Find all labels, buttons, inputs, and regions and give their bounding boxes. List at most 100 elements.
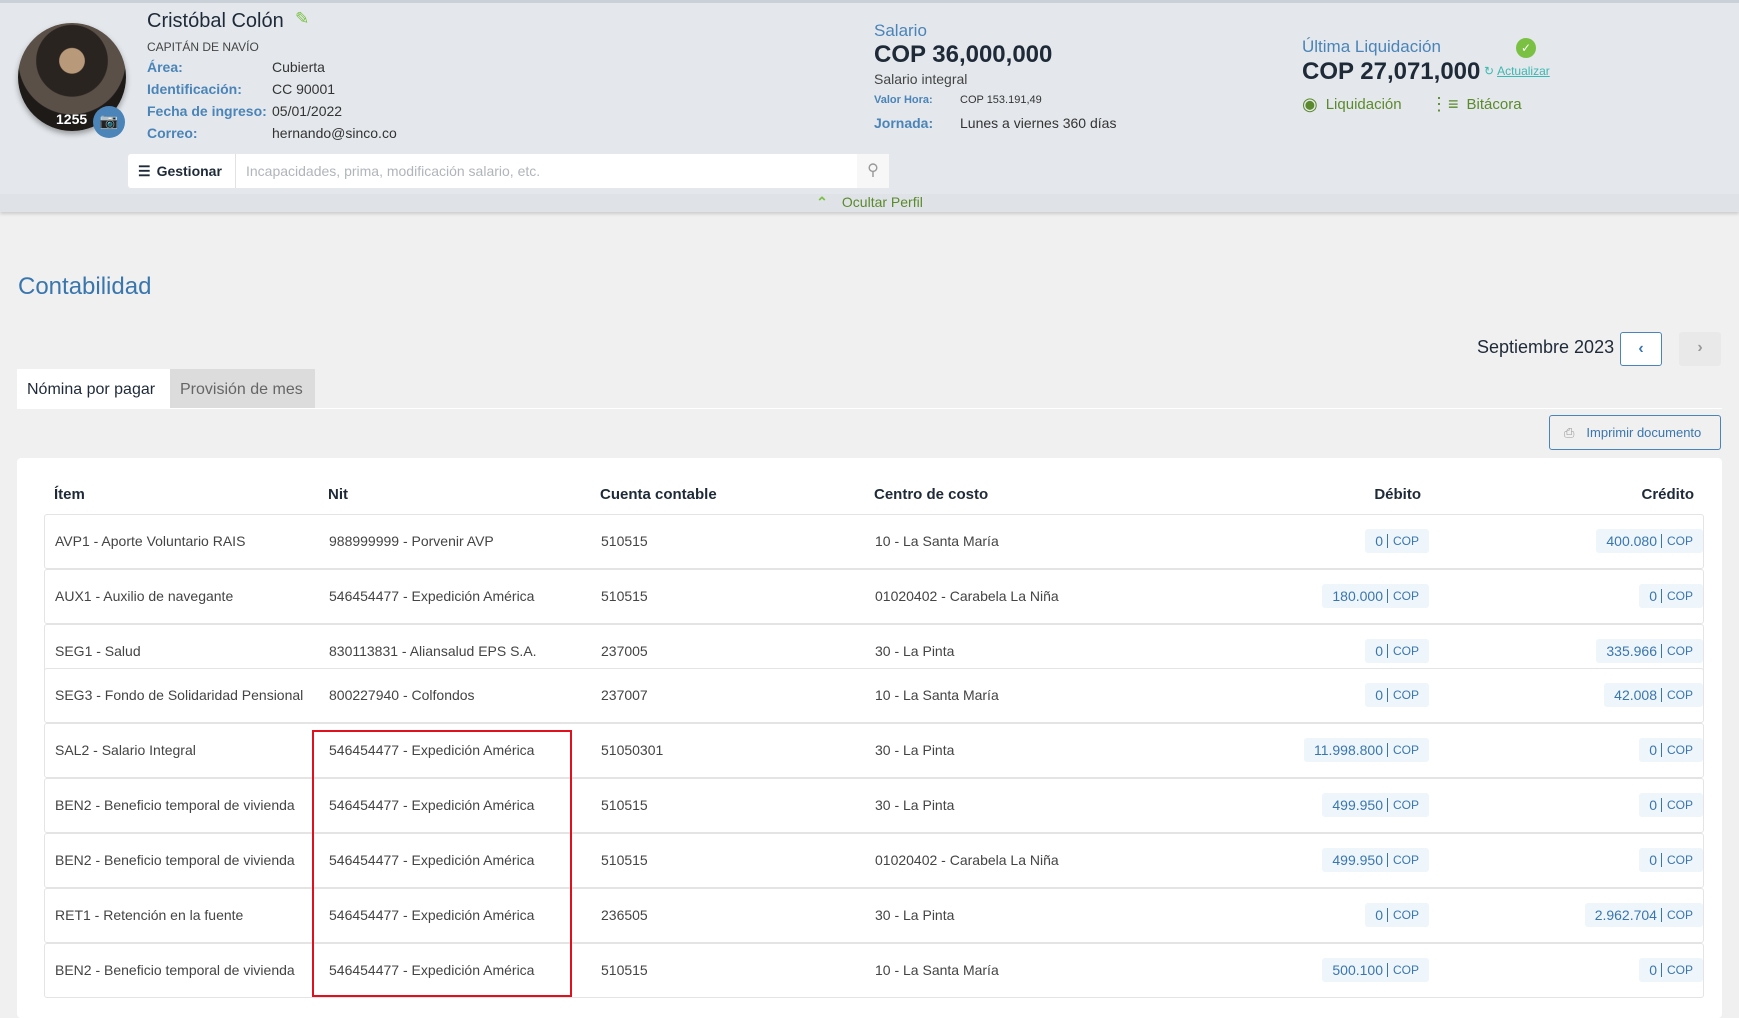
cell-cost-center: 01020402 - Carabela La Niña — [875, 852, 1059, 868]
settlement-link[interactable]: ◉ Liquidación — [1302, 94, 1402, 115]
cell-credit: 335.966 COP — [1596, 639, 1703, 663]
print-label: Imprimir documento — [1586, 425, 1702, 440]
currency: COP — [1660, 908, 1693, 922]
table-row[interactable]: RET1 - Retención en la fuente 546454477 -… — [44, 888, 1704, 943]
cell-cost-center: 10 - La Santa María — [875, 687, 999, 703]
cell-account: 510515 — [601, 533, 648, 549]
currency: COP — [1660, 963, 1693, 977]
debit-value: 500.100 — [1332, 962, 1383, 978]
field-label: Fecha de ingreso: — [147, 103, 267, 119]
field-value: CC 90001 — [272, 81, 336, 97]
tab-divider — [17, 408, 1722, 409]
credit-value: 335.966 — [1606, 643, 1657, 659]
manage-button[interactable]: ☰ Gestionar — [128, 154, 236, 188]
previous-period-button[interactable]: ‹ — [1620, 332, 1662, 366]
field-value: hernando@sinco.co — [272, 125, 397, 141]
next-period-button[interactable]: › — [1679, 332, 1721, 366]
debit-value: 0 — [1375, 687, 1383, 703]
table-row[interactable]: AUX1 - Auxilio de navegante 546454477 - E… — [44, 569, 1704, 624]
credit-value: 0 — [1649, 797, 1657, 813]
settlement-label: Última Liquidación — [1302, 37, 1441, 56]
cell-nit: 988999999 - Porvenir AVP — [329, 533, 494, 549]
period-label: Septiembre 2023 — [1477, 337, 1615, 357]
cell-nit: 546454477 - Expedición América — [329, 588, 535, 604]
cell-debit: 11.998.800 COP — [1303, 738, 1429, 762]
field-value: COP 153.191,49 — [960, 94, 1042, 106]
log-link[interactable]: ⋮≡ Bitácora — [1430, 94, 1522, 115]
camera-icon[interactable]: 📷 — [93, 106, 125, 138]
cell-account: 510515 — [601, 588, 648, 604]
currency: COP — [1660, 853, 1693, 867]
cell-account: 510515 — [601, 962, 648, 978]
print-document-button[interactable]: ⎙ Imprimir documento — [1549, 415, 1721, 450]
refresh-label: Actualizar — [1497, 64, 1550, 78]
cell-item: BEN2 - Beneficio temporal de vivienda — [55, 962, 295, 978]
manage-label: Gestionar — [156, 163, 222, 179]
tab-nomina-por-pagar[interactable]: Nómina por pagar — [17, 369, 170, 408]
hide-profile-toggle[interactable]: ⌃ Ocultar Perfil — [0, 194, 1739, 212]
cell-cost-center: 30 - La Pinta — [875, 742, 955, 758]
search-input[interactable] — [236, 163, 857, 179]
employee-role: CAPITÁN DE NAVÍO — [147, 40, 259, 54]
currency: COP — [1660, 534, 1693, 548]
manage-search-bar: ☰ Gestionar ⚲ — [128, 154, 889, 188]
currency: COP — [1386, 534, 1419, 548]
cell-cost-center: 10 - La Santa María — [875, 533, 999, 549]
cell-item: SEG1 - Salud — [55, 643, 141, 659]
table-row[interactable]: BEN2 - Beneficio temporal de vivienda 546… — [44, 833, 1704, 888]
table-row[interactable]: SAL2 - Salario Integral 546454477 - Exped… — [44, 723, 1704, 778]
cell-credit: 2.962.704 COP — [1584, 903, 1703, 927]
cell-account: 236505 — [601, 907, 648, 923]
employee-name: Cristóbal Colón — [147, 10, 284, 32]
tab-provision-de-mes[interactable]: Provisión de mes — [170, 369, 315, 408]
cell-debit: 0 COP — [1365, 529, 1429, 553]
cell-item: BEN2 - Beneficio temporal de vivienda — [55, 797, 295, 813]
cell-item: RET1 - Retención en la fuente — [55, 907, 244, 923]
table-row[interactable]: AVP1 - Aporte Voluntario RAIS 988999999 -… — [44, 514, 1704, 569]
header-item: Ítem — [54, 486, 85, 503]
search-icon[interactable]: ⚲ — [857, 154, 889, 188]
edit-pencil-icon[interactable]: ✎ — [295, 9, 309, 29]
cell-credit: 0 COP — [1639, 848, 1703, 872]
cell-debit: 499.950 COP — [1322, 848, 1429, 872]
header-credit: Crédito — [1641, 486, 1695, 503]
highlight-box — [312, 730, 572, 997]
chevron-up-icon: ⌃ — [816, 194, 828, 210]
debit-value: 11.998.800 — [1313, 742, 1383, 758]
currency: COP — [1386, 743, 1419, 757]
currency: COP — [1660, 688, 1693, 702]
currency: COP — [1386, 853, 1419, 867]
chevron-right-icon: › — [1697, 339, 1703, 356]
header-cost-center: Centro de costo — [874, 486, 989, 503]
field-value: Cubierta — [272, 59, 325, 75]
refresh-link[interactable]: ↻ Actualizar — [1484, 64, 1550, 78]
cell-cost-center: 30 - La Pinta — [875, 643, 955, 659]
credit-value: 0 — [1649, 742, 1657, 758]
cell-debit: 0 COP — [1365, 639, 1429, 663]
table-row[interactable]: BEN2 - Beneficio temporal de vivienda 546… — [44, 778, 1704, 833]
currency: COP — [1386, 589, 1419, 603]
credit-value: 2.962.704 — [1594, 907, 1657, 923]
currency: COP — [1660, 743, 1693, 757]
field-label: Correo: — [147, 125, 198, 141]
currency: COP — [1386, 688, 1419, 702]
cell-debit: 0 COP — [1365, 903, 1429, 927]
currency: COP — [1660, 798, 1693, 812]
currency: COP — [1386, 644, 1419, 658]
cell-account: 237005 — [601, 643, 648, 659]
cell-cost-center: 30 - La Pinta — [875, 797, 955, 813]
table-row[interactable]: SEG3 - Fondo de Solidaridad Pensional 800… — [44, 668, 1704, 723]
log-link-label: Bitácora — [1466, 96, 1522, 113]
check-circle-icon: ✓ — [1516, 38, 1536, 58]
field-label: Jornada: — [874, 115, 934, 131]
cell-credit: 0 COP — [1639, 793, 1703, 817]
header-debit: Débito — [1374, 486, 1421, 503]
currency: COP — [1660, 589, 1693, 603]
cell-account: 510515 — [601, 852, 648, 868]
cell-account: 510515 — [601, 797, 648, 813]
header-nit: Nit — [328, 486, 348, 503]
credit-value: 400.080 — [1606, 533, 1657, 549]
table-row[interactable]: BEN2 - Beneficio temporal de vivienda 546… — [44, 943, 1704, 998]
currency: COP — [1386, 908, 1419, 922]
credit-value: 42.008 — [1614, 687, 1657, 703]
